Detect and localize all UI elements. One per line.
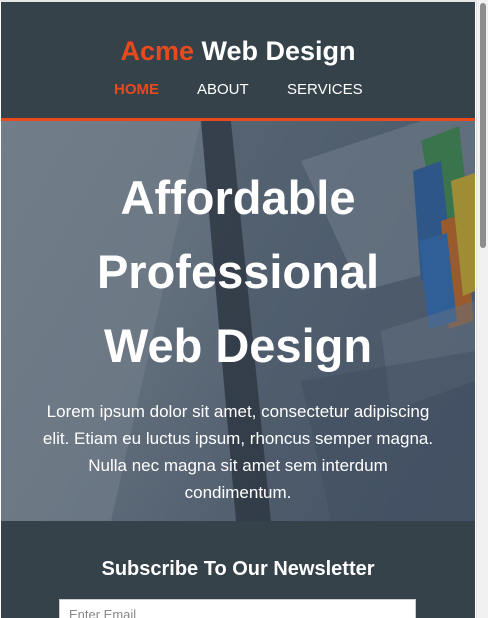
hero-description: Lorem ipsum dolor sit amet, consectetur … [42, 402, 434, 502]
newsletter-title: Subscribe To Our Newsletter [101, 558, 375, 580]
hero-title-line: Web Design [103, 319, 373, 372]
brand-highlight: Acme [120, 36, 194, 66]
nav-home-link[interactable]: Home [114, 81, 159, 98]
email-input[interactable] [59, 599, 416, 618]
hero-title-line: Affordable [120, 171, 356, 224]
page-scrollbar[interactable] [476, 0, 488, 618]
hero-title-line: Professional [96, 245, 380, 298]
brand-name: Web Design [201, 36, 356, 66]
scrollbar-thumb[interactable] [480, 3, 486, 248]
site-logo[interactable]: Acme Web Design [1, 35, 475, 67]
nav-about-link[interactable]: About [197, 81, 249, 98]
hero-title: Affordable Professional Web Design [21, 161, 455, 383]
page: Acme Web Design Home About Services Affo… [1, 2, 475, 618]
hero-section: Affordable Professional Web Design Lorem… [1, 121, 475, 521]
newsletter-section: Subscribe To Our Newsletter [1, 521, 475, 618]
nav-services-link[interactable]: Services [287, 81, 363, 98]
site-header: Acme Web Design Home About Services [1, 2, 475, 121]
main-nav: Home About Services [1, 81, 475, 101]
